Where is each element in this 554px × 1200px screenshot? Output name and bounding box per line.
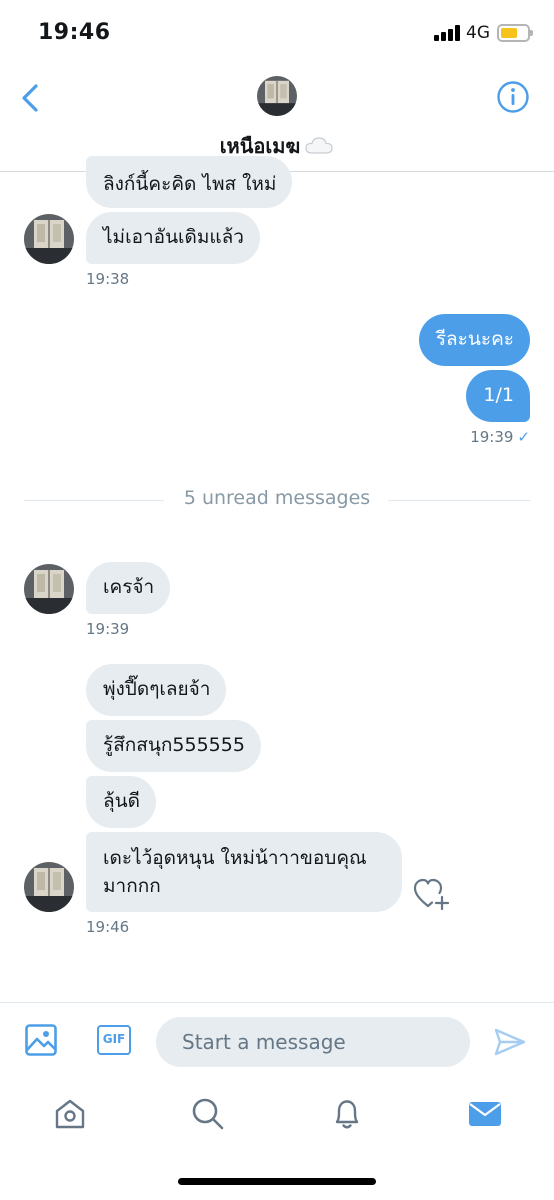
gif-button[interactable]: GIF — [97, 1025, 131, 1055]
timestamp-text: 19:39 — [470, 428, 514, 446]
unread-divider: 5 unread messages — [24, 486, 530, 514]
add-photo-button[interactable] — [24, 1023, 58, 1057]
home-indicator — [178, 1178, 376, 1185]
contact-name-text: เหนือเมฆ — [219, 134, 301, 158]
back-icon — [22, 84, 38, 112]
bell-icon — [335, 1100, 359, 1129]
tab-search[interactable] — [190, 1096, 226, 1132]
conversation-header: เหนือเมฆ — [0, 64, 554, 172]
header-avatar[interactable] — [257, 76, 297, 116]
tab-notifications[interactable] — [329, 1096, 365, 1132]
gif-icon: GIF — [102, 1032, 126, 1046]
battery-icon — [497, 24, 533, 42]
message-bubble[interactable]: ไม่เอาอันเดิมแล้ว — [86, 212, 260, 264]
unread-label: 5 unread messages — [183, 487, 371, 509]
heart-plus-icon — [413, 878, 450, 911]
tab-bar — [0, 1088, 554, 1148]
search-icon — [192, 1098, 224, 1130]
signal-icon — [434, 25, 462, 41]
image-icon — [25, 1024, 57, 1056]
tab-home[interactable] — [52, 1096, 88, 1132]
message-bubble[interactable]: ลุ้นดี — [86, 776, 156, 828]
home-icon — [55, 1099, 85, 1129]
mail-icon — [469, 1102, 501, 1126]
message-bubble[interactable]: พุ่งปี๊ดๆเลยจ้า — [86, 664, 227, 716]
message-bubble[interactable]: รู้สึกสนุก555555 — [86, 720, 261, 772]
message-timestamp: 19:39 ✓ — [470, 428, 530, 446]
sender-avatar[interactable] — [24, 862, 74, 912]
like-button[interactable] — [412, 876, 452, 912]
status-bar: 19:46 4G — [0, 0, 554, 64]
message-timestamp: 19:39 — [86, 620, 130, 638]
send-icon — [494, 1028, 526, 1056]
status-time: 19:46 — [38, 20, 111, 45]
cloud-icon — [305, 137, 333, 154]
message-bubble-outgoing[interactable]: 1/1 — [466, 370, 530, 422]
back-button[interactable] — [14, 80, 50, 116]
info-button[interactable] — [496, 80, 530, 114]
message-bubble[interactable]: เดะไว้อุดหนุน ใหม่น้าาาขอบคุณมากกก — [86, 832, 402, 912]
send-button[interactable] — [493, 1025, 527, 1059]
sender-avatar[interactable] — [24, 564, 74, 614]
info-icon — [497, 81, 529, 113]
network-type: 4G — [466, 23, 490, 43]
message-input[interactable] — [156, 1017, 470, 1067]
tab-messages[interactable] — [467, 1096, 503, 1132]
sender-avatar[interactable] — [24, 214, 74, 264]
message-timestamp: 19:38 — [86, 270, 130, 288]
message-bubble[interactable]: ลิงก์นี้คะคิด ไพส ใหม่ — [86, 156, 293, 208]
message-timestamp: 19:46 — [86, 918, 130, 936]
message-bubble-outgoing[interactable]: รีละนะคะ — [418, 314, 530, 366]
composer-bar: GIF — [0, 1002, 554, 1080]
sent-check-icon: ✓ — [517, 428, 530, 446]
contact-name[interactable]: เหนือเมฆ — [0, 130, 554, 162]
message-bubble[interactable]: เครจ้า — [86, 562, 171, 614]
